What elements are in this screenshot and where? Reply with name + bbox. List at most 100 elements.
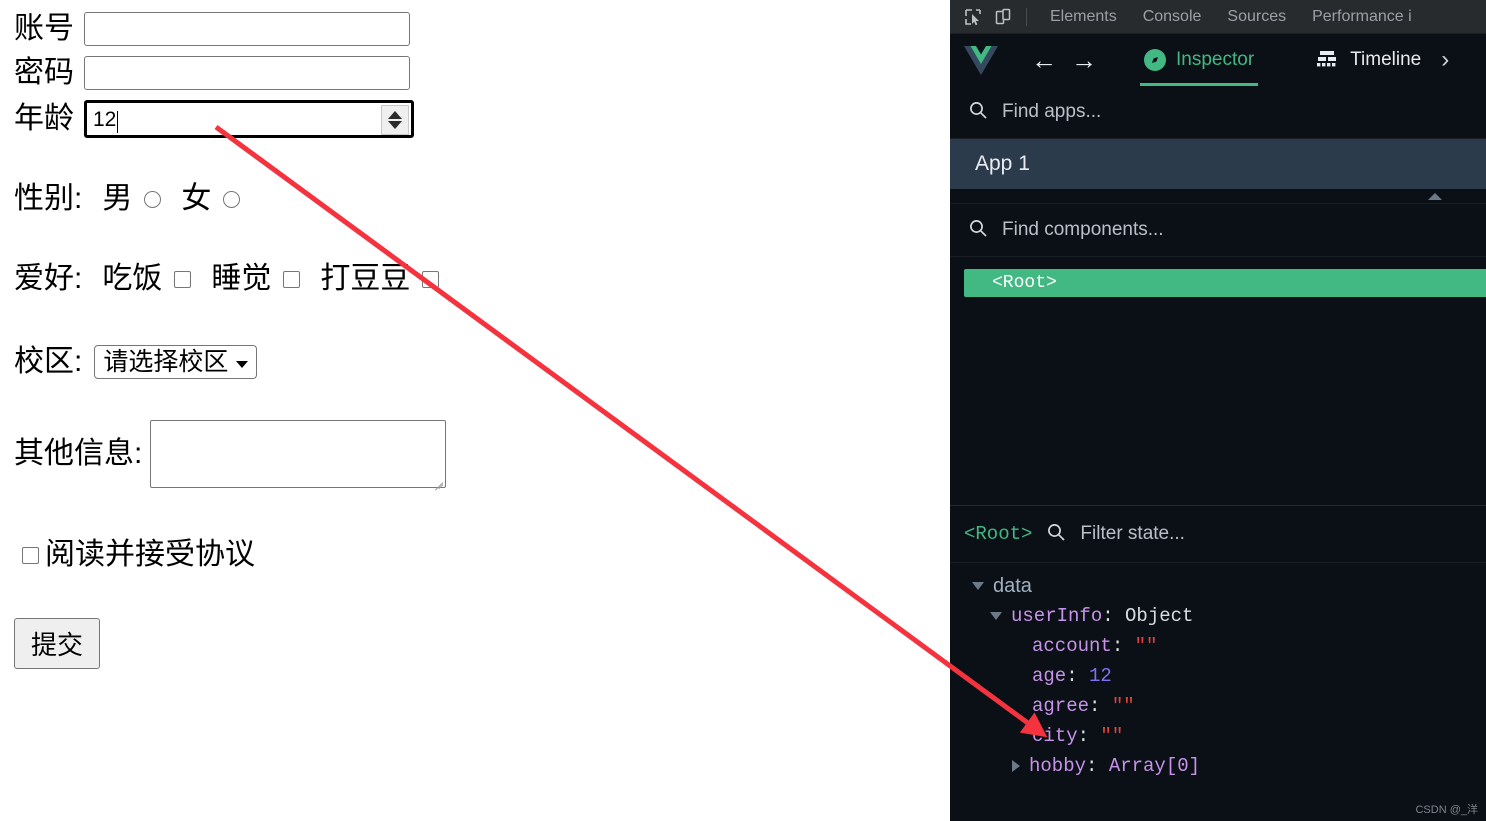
hobby-2-checkbox[interactable] — [283, 270, 301, 288]
gender-row: 性别: 男 女 — [14, 182, 241, 215]
campus-row: 校区: 请选择校区 — [14, 345, 258, 379]
device-toolbar-icon[interactable] — [990, 5, 1016, 29]
screenshot-root: 账号 密码 年龄 12 性别: 男 女 爱好: 吃饭 睡觉 打豆豆 校区: 请选… — [0, 0, 1486, 821]
inspect-element-icon[interactable] — [960, 5, 986, 29]
vue-tab-timeline-label: Timeline — [1350, 49, 1422, 70]
account-label: 账号 — [14, 12, 74, 45]
state-row-account[interactable]: account: "" — [950, 631, 1486, 661]
colon: : — [1102, 605, 1126, 627]
state-tree: data userInfo: Object account: "" age: 1… — [950, 563, 1486, 781]
component-tree-node-label: <Root> — [992, 273, 1057, 293]
state-key-age: age — [1032, 665, 1067, 687]
hobby-label: 爱好: — [14, 262, 83, 295]
nav-forward-button[interactable]: → — [1064, 47, 1104, 73]
find-components-row[interactable]: Find components... — [950, 204, 1486, 257]
tab-sources[interactable]: Sources — [1214, 8, 1299, 26]
devtools-topbar: Elements Console Sources Performance i — [950, 0, 1486, 34]
chevron-right-icon[interactable] — [1012, 760, 1020, 772]
component-tree-node-root[interactable]: <Root> — [964, 269, 1486, 297]
vue-tab-timeline[interactable]: Timeline — [1304, 34, 1433, 86]
app-list-item-selected[interactable]: App 1 — [950, 139, 1486, 189]
gender-female-radio[interactable] — [223, 190, 241, 208]
nav-back-button[interactable]: ← — [1024, 47, 1064, 73]
colon: : — [1089, 695, 1112, 717]
state-key-hobby: hobby — [1029, 755, 1087, 777]
stepper-up-icon[interactable] — [388, 111, 402, 119]
submit-button[interactable]: 提交 — [14, 618, 101, 669]
state-key-city: city — [1032, 725, 1078, 747]
toolbar-overflow-chevron-icon[interactable]: › — [1441, 46, 1449, 74]
gender-label: 性别: — [14, 182, 83, 215]
password-row: 密码 — [14, 56, 410, 90]
find-apps-row[interactable]: Find apps... — [950, 86, 1486, 139]
agreement-row: 阅读并接受协议 — [22, 540, 255, 570]
age-number-input[interactable]: 12 — [84, 100, 414, 138]
gender-male-label: 男 — [102, 182, 133, 215]
find-components-placeholder: Find components... — [1002, 219, 1164, 240]
vue-tab-inspector[interactable]: Inspector — [1132, 34, 1266, 86]
state-value-hobby: Array[0] — [1108, 755, 1201, 777]
hobby-row: 爱好: 吃饭 睡觉 打豆豆 — [14, 262, 440, 295]
toolbar-divider — [1026, 7, 1027, 26]
component-tree: <Root> — [950, 257, 1486, 505]
gender-male-radio[interactable] — [144, 190, 162, 208]
apps-collapse-strip[interactable] — [950, 189, 1486, 204]
vue-tab-inspector-label: Inspector — [1176, 49, 1255, 70]
password-input[interactable] — [84, 56, 410, 90]
state-key-agree: agree — [1032, 695, 1090, 717]
chevron-down-icon[interactable] — [972, 582, 984, 590]
state-row-data[interactable]: data — [950, 571, 1486, 601]
colon: : — [1111, 635, 1135, 657]
caret-up-icon[interactable] — [1428, 193, 1442, 200]
state-row-hobby[interactable]: hobby: Array[0] — [950, 751, 1486, 781]
colon: : — [1077, 725, 1101, 747]
state-value-agree: "" — [1111, 695, 1135, 717]
state-row-age[interactable]: age: 12 — [950, 661, 1486, 691]
chevron-down-icon[interactable] — [990, 612, 1002, 620]
hobby-2-label: 睡觉 — [211, 262, 272, 295]
age-row: 年龄 12 — [14, 100, 414, 138]
timeline-icon — [1316, 50, 1340, 70]
tab-console[interactable]: Console — [1130, 8, 1215, 26]
search-icon — [968, 218, 988, 243]
state-row-userinfo[interactable]: userInfo: Object — [950, 601, 1486, 631]
devtools-panel: Elements Console Sources Performance i ←… — [950, 0, 1486, 821]
other-info-textarea[interactable] — [150, 420, 447, 491]
age-label: 年龄 — [14, 102, 74, 135]
stepper-down-icon[interactable] — [388, 121, 402, 129]
vue-devtools-toolbar: ← → Inspector Timeline › — [950, 34, 1486, 86]
chevron-down-icon — [236, 360, 249, 368]
web-page-form: 账号 密码 年龄 12 性别: 男 女 爱好: 吃饭 睡觉 打豆豆 校区: 请选… — [0, 0, 950, 821]
account-input[interactable] — [84, 12, 410, 46]
account-row: 账号 — [14, 12, 410, 46]
text-caret — [117, 111, 119, 133]
app-label: App 1 — [975, 152, 1030, 175]
gender-female-label: 女 — [181, 182, 212, 215]
resize-handle[interactable] — [431, 473, 444, 491]
agreement-checkbox[interactable] — [22, 546, 39, 564]
tab-performance-insights[interactable]: Performance i — [1299, 8, 1425, 26]
hobby-1-label: 吃饭 — [102, 262, 163, 295]
tab-elements[interactable]: Elements — [1037, 8, 1130, 26]
vue-logo — [964, 45, 998, 75]
other-info-row: 其他信息: — [14, 420, 447, 491]
hobby-3-checkbox[interactable] — [422, 270, 440, 288]
age-value: 12 — [93, 107, 117, 131]
agreement-label: 阅读并接受协议 — [45, 538, 255, 571]
submit-row: 提交 — [14, 618, 101, 669]
age-stepper[interactable] — [381, 105, 409, 135]
hobby-1-checkbox[interactable] — [174, 270, 192, 288]
state-row-city[interactable]: city: "" — [950, 721, 1486, 751]
campus-selected-value: 请选择校区 — [103, 347, 229, 376]
colon: : — [1086, 755, 1109, 777]
campus-select[interactable]: 请选择校区 — [94, 345, 258, 379]
state-key-account: account — [1032, 635, 1112, 657]
state-row-agree[interactable]: agree: "" — [950, 691, 1486, 721]
colon: : — [1066, 665, 1090, 687]
filter-state-placeholder: Filter state... — [1080, 523, 1185, 544]
state-key-data: data — [993, 574, 1032, 597]
state-value-userinfo: Object — [1125, 605, 1194, 627]
password-label: 密码 — [14, 56, 74, 89]
state-component-name: <Root> — [964, 523, 1033, 545]
watermark: CSDN @_洋 — [1415, 804, 1478, 816]
